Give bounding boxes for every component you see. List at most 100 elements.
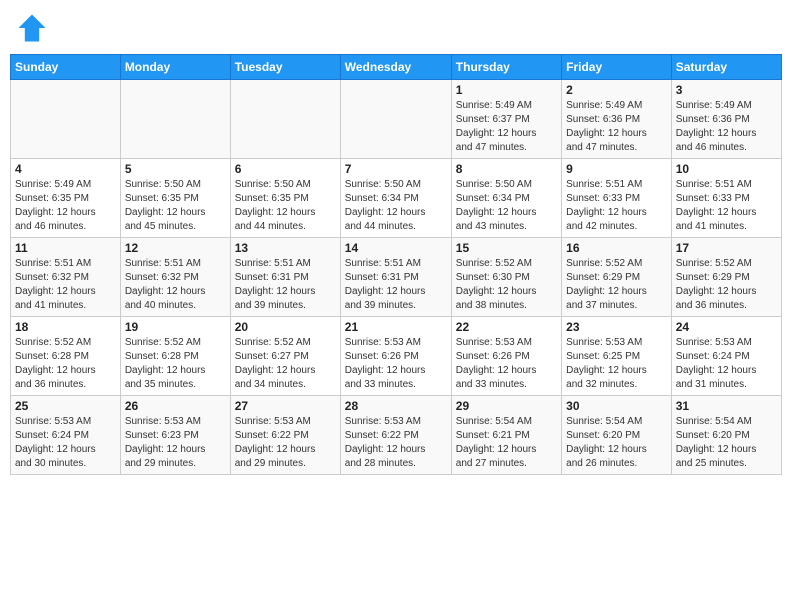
day-number: 2: [566, 83, 667, 97]
day-number: 25: [15, 399, 116, 413]
day-number: 21: [345, 320, 447, 334]
day-header-sunday: Sunday: [11, 55, 121, 80]
calendar-week-3: 11 Sunrise: 5:51 AM Sunset: 6:32 PM Dayli…: [11, 238, 782, 317]
day-info: Sunrise: 5:50 AM Sunset: 6:34 PM Dayligh…: [345, 178, 447, 234]
day-number: 28: [345, 399, 447, 413]
day-info: Sunrise: 5:51 AM Sunset: 6:33 PM Dayligh…: [676, 178, 777, 234]
day-header-monday: Monday: [120, 55, 230, 80]
calendar-cell: 22 Sunrise: 5:53 AM Sunset: 6:26 PM Dayli…: [451, 317, 561, 396]
calendar-cell: 27Sunrise: 5:53 AM Sunset: 6:22 PM Dayli…: [230, 396, 340, 475]
calendar: SundayMondayTuesdayWednesdayThursdayFrid…: [10, 54, 782, 475]
calendar-cell: 24Sunrise: 5:53 AM Sunset: 6:24 PM Dayli…: [671, 317, 781, 396]
day-number: 22: [456, 320, 557, 334]
logo-icon: [14, 10, 50, 46]
calendar-cell: [11, 80, 121, 159]
day-number: 20: [235, 320, 336, 334]
day-number: 17: [676, 241, 777, 255]
calendar-cell: [340, 80, 451, 159]
day-header-saturday: Saturday: [671, 55, 781, 80]
page-header: [10, 10, 782, 46]
day-number: 26: [125, 399, 226, 413]
day-number: 16: [566, 241, 667, 255]
day-info: Sunrise: 5:52 AM Sunset: 6:29 PM Dayligh…: [676, 257, 777, 313]
day-info: Sunrise: 5:53 AM Sunset: 6:24 PM Dayligh…: [15, 415, 116, 471]
day-header-thursday: Thursday: [451, 55, 561, 80]
calendar-cell: 1 Sunrise: 5:49 AM Sunset: 6:37 PM Daylig…: [451, 80, 561, 159]
day-number: 10: [676, 162, 777, 176]
day-info: Sunrise: 5:49 AM Sunset: 6:35 PM Dayligh…: [15, 178, 116, 234]
day-number: 7: [345, 162, 447, 176]
calendar-header-row: SundayMondayTuesdayWednesdayThursdayFrid…: [11, 55, 782, 80]
day-info: Sunrise: 5:53 AM Sunset: 6:22 PM Dayligh…: [345, 415, 447, 471]
calendar-cell: [230, 80, 340, 159]
calendar-cell: 6Sunrise: 5:50 AM Sunset: 6:35 PM Daylig…: [230, 159, 340, 238]
day-info: Sunrise: 5:50 AM Sunset: 6:34 PM Dayligh…: [456, 178, 557, 234]
day-info: Sunrise: 5:51 AM Sunset: 6:32 PM Dayligh…: [15, 257, 116, 313]
calendar-cell: 30 Sunrise: 5:54 AM Sunset: 6:20 PM Dayli…: [562, 396, 672, 475]
day-header-wednesday: Wednesday: [340, 55, 451, 80]
day-info: Sunrise: 5:49 AM Sunset: 6:36 PM Dayligh…: [566, 99, 667, 155]
day-info: Sunrise: 5:53 AM Sunset: 6:22 PM Dayligh…: [235, 415, 336, 471]
calendar-week-5: 25 Sunrise: 5:53 AM Sunset: 6:24 PM Dayli…: [11, 396, 782, 475]
calendar-week-4: 18 Sunrise: 5:52 AM Sunset: 6:28 PM Dayli…: [11, 317, 782, 396]
day-info: Sunrise: 5:51 AM Sunset: 6:31 PM Dayligh…: [345, 257, 447, 313]
day-info: Sunrise: 5:51 AM Sunset: 6:32 PM Dayligh…: [125, 257, 226, 313]
day-number: 9: [566, 162, 667, 176]
day-number: 30: [566, 399, 667, 413]
calendar-cell: 9 Sunrise: 5:51 AM Sunset: 6:33 PM Daylig…: [562, 159, 672, 238]
calendar-cell: 2 Sunrise: 5:49 AM Sunset: 6:36 PM Daylig…: [562, 80, 672, 159]
calendar-cell: 7 Sunrise: 5:50 AM Sunset: 6:34 PM Daylig…: [340, 159, 451, 238]
day-info: Sunrise: 5:54 AM Sunset: 6:20 PM Dayligh…: [676, 415, 777, 471]
calendar-cell: 5 Sunrise: 5:50 AM Sunset: 6:35 PM Daylig…: [120, 159, 230, 238]
calendar-cell: 11 Sunrise: 5:51 AM Sunset: 6:32 PM Dayli…: [11, 238, 121, 317]
day-info: Sunrise: 5:50 AM Sunset: 6:35 PM Dayligh…: [125, 178, 226, 234]
day-info: Sunrise: 5:49 AM Sunset: 6:36 PM Dayligh…: [676, 99, 777, 155]
day-number: 8: [456, 162, 557, 176]
logo: [14, 10, 54, 46]
day-number: 13: [235, 241, 336, 255]
calendar-cell: 12 Sunrise: 5:51 AM Sunset: 6:32 PM Dayli…: [120, 238, 230, 317]
calendar-cell: 23Sunrise: 5:53 AM Sunset: 6:25 PM Dayli…: [562, 317, 672, 396]
calendar-cell: 13 Sunrise: 5:51 AM Sunset: 6:31 PM Dayli…: [230, 238, 340, 317]
day-number: 12: [125, 241, 226, 255]
day-number: 18: [15, 320, 116, 334]
day-number: 4: [15, 162, 116, 176]
day-info: Sunrise: 5:54 AM Sunset: 6:20 PM Dayligh…: [566, 415, 667, 471]
day-info: Sunrise: 5:51 AM Sunset: 6:33 PM Dayligh…: [566, 178, 667, 234]
calendar-week-1: 1 Sunrise: 5:49 AM Sunset: 6:37 PM Daylig…: [11, 80, 782, 159]
day-number: 29: [456, 399, 557, 413]
day-info: Sunrise: 5:53 AM Sunset: 6:24 PM Dayligh…: [676, 336, 777, 392]
calendar-week-2: 4 Sunrise: 5:49 AM Sunset: 6:35 PM Daylig…: [11, 159, 782, 238]
day-header-friday: Friday: [562, 55, 672, 80]
day-info: Sunrise: 5:52 AM Sunset: 6:28 PM Dayligh…: [15, 336, 116, 392]
day-info: Sunrise: 5:53 AM Sunset: 6:26 PM Dayligh…: [456, 336, 557, 392]
day-number: 19: [125, 320, 226, 334]
day-number: 23: [566, 320, 667, 334]
calendar-cell: 28 Sunrise: 5:53 AM Sunset: 6:22 PM Dayli…: [340, 396, 451, 475]
day-info: Sunrise: 5:49 AM Sunset: 6:37 PM Dayligh…: [456, 99, 557, 155]
day-info: Sunrise: 5:51 AM Sunset: 6:31 PM Dayligh…: [235, 257, 336, 313]
day-number: 5: [125, 162, 226, 176]
calendar-cell: 25 Sunrise: 5:53 AM Sunset: 6:24 PM Dayli…: [11, 396, 121, 475]
day-info: Sunrise: 5:52 AM Sunset: 6:29 PM Dayligh…: [566, 257, 667, 313]
calendar-cell: 15 Sunrise: 5:52 AM Sunset: 6:30 PM Dayli…: [451, 238, 561, 317]
day-info: Sunrise: 5:50 AM Sunset: 6:35 PM Dayligh…: [235, 178, 336, 234]
day-info: Sunrise: 5:53 AM Sunset: 6:26 PM Dayligh…: [345, 336, 447, 392]
calendar-cell: 19 Sunrise: 5:52 AM Sunset: 6:28 PM Dayli…: [120, 317, 230, 396]
calendar-cell: 20 Sunrise: 5:52 AM Sunset: 6:27 PM Dayli…: [230, 317, 340, 396]
calendar-cell: 31Sunrise: 5:54 AM Sunset: 6:20 PM Dayli…: [671, 396, 781, 475]
calendar-cell: 8 Sunrise: 5:50 AM Sunset: 6:34 PM Daylig…: [451, 159, 561, 238]
day-header-tuesday: Tuesday: [230, 55, 340, 80]
day-number: 15: [456, 241, 557, 255]
day-info: Sunrise: 5:52 AM Sunset: 6:30 PM Dayligh…: [456, 257, 557, 313]
calendar-cell: 10 Sunrise: 5:51 AM Sunset: 6:33 PM Dayli…: [671, 159, 781, 238]
calendar-cell: 29 Sunrise: 5:54 AM Sunset: 6:21 PM Dayli…: [451, 396, 561, 475]
calendar-cell: 3Sunrise: 5:49 AM Sunset: 6:36 PM Daylig…: [671, 80, 781, 159]
day-number: 1: [456, 83, 557, 97]
day-info: Sunrise: 5:52 AM Sunset: 6:28 PM Dayligh…: [125, 336, 226, 392]
day-info: Sunrise: 5:54 AM Sunset: 6:21 PM Dayligh…: [456, 415, 557, 471]
day-info: Sunrise: 5:53 AM Sunset: 6:23 PM Dayligh…: [125, 415, 226, 471]
calendar-cell: 18 Sunrise: 5:52 AM Sunset: 6:28 PM Dayli…: [11, 317, 121, 396]
day-info: Sunrise: 5:52 AM Sunset: 6:27 PM Dayligh…: [235, 336, 336, 392]
day-number: 11: [15, 241, 116, 255]
